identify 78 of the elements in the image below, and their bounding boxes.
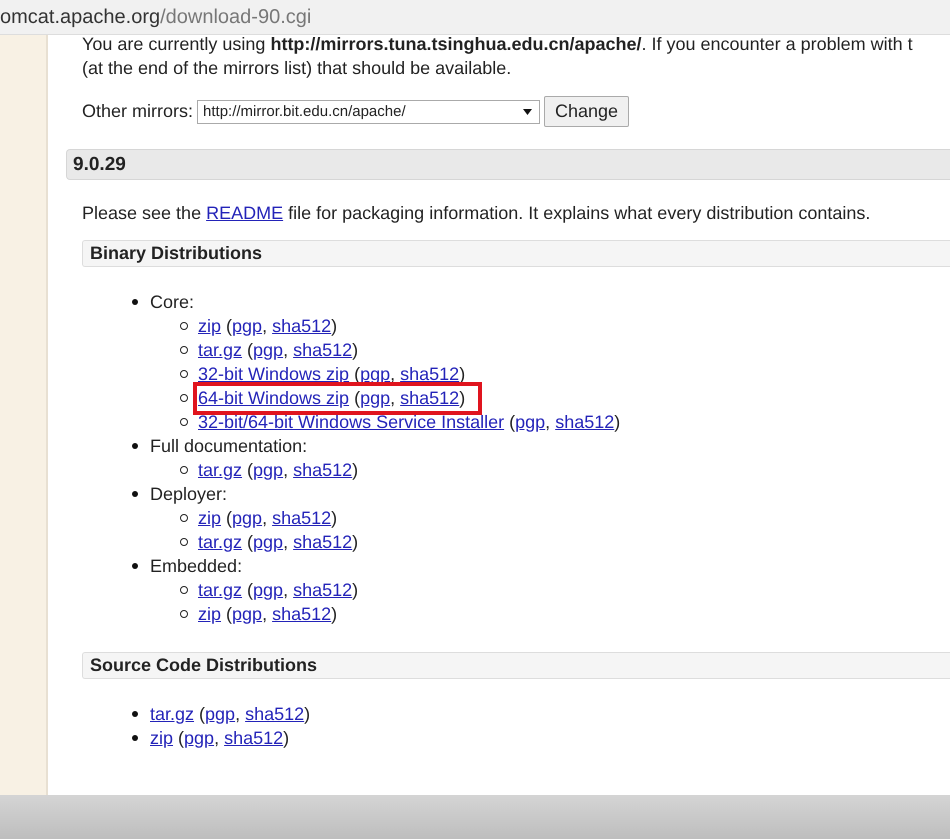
group-label: Deployer:: [150, 484, 228, 504]
download-link[interactable]: pgp: [232, 508, 262, 528]
download-entry: 64-bit Windows zip (pgp, sha512): [198, 386, 478, 410]
download-link[interactable]: 32-bit Windows zip: [198, 364, 350, 384]
mirror-dropdown[interactable]: http://mirror.bit.edu.cn/apache/: [197, 100, 540, 124]
download-link[interactable]: pgp: [205, 704, 236, 724]
readme-link[interactable]: README: [206, 203, 284, 223]
circle-bullet-icon: [180, 394, 188, 402]
address-bar[interactable]: omcat.apache.org/download-90.cgi: [0, 0, 950, 35]
group-label: Embedded:: [150, 556, 242, 576]
download-link[interactable]: tar.gz: [198, 340, 242, 360]
bullet-icon: [132, 443, 138, 449]
download-link[interactable]: sha512: [224, 728, 284, 748]
download-link[interactable]: sha512: [555, 412, 614, 432]
download-link[interactable]: sha512: [293, 340, 352, 360]
download-link[interactable]: zip: [198, 604, 222, 624]
mirrors-label: Other mirrors:: [82, 101, 194, 122]
bullet-icon: [132, 711, 138, 717]
bullet-icon: [132, 563, 138, 569]
mirror-notice: (at the end of the mirrors list) that should be available.: [81, 57, 512, 80]
download-link[interactable]: pgp: [184, 728, 214, 748]
download-entry: tar.gz (pgp, sha512): [198, 530, 358, 554]
download-link[interactable]: 32-bit/64-bit Windows Service Installer: [198, 412, 504, 432]
download-entry: tar.gz (pgp, sha512): [198, 578, 358, 602]
readme-sentence: Please see the README file for packaging information. It explains what every distribution contains.: [81, 202, 872, 225]
download-link[interactable]: tar.gz: [198, 580, 242, 600]
download-link[interactable]: pgp: [232, 316, 262, 336]
circle-bullet-icon: [180, 586, 188, 594]
download-link[interactable]: sha512: [400, 364, 460, 384]
download-link[interactable]: 64-bit Windows zip: [198, 388, 350, 408]
bullet-icon: [132, 299, 138, 305]
circle-bullet-icon: [180, 322, 188, 330]
circle-bullet-icon: [180, 538, 188, 546]
download-link[interactable]: pgp: [253, 340, 284, 360]
circle-bullet-icon: [180, 466, 188, 474]
download-link[interactable]: pgp: [232, 604, 262, 624]
circle-bullet-icon: [180, 418, 188, 426]
download-link[interactable]: zip: [150, 728, 174, 748]
circle-bullet-icon: [180, 346, 188, 354]
group-label: Core:: [150, 292, 194, 312]
download-link[interactable]: pgp: [360, 388, 390, 408]
download-entry: 32-bit/64-bit Windows Service Installer (pgp, sha512): [198, 410, 620, 434]
download-link[interactable]: zip: [198, 508, 222, 528]
caret-icon: [523, 108, 532, 114]
download-entry: tar.gz (pgp, sha512): [198, 338, 358, 362]
bullet-icon: [132, 491, 138, 497]
download-entry: zip (pgp, sha512): [198, 506, 338, 530]
download-entry: tar.gz (pgp, sha512): [150, 702, 310, 726]
download-link[interactable]: sha512: [293, 460, 352, 480]
download-link[interactable]: pgp: [253, 532, 284, 552]
download-entry: zip (pgp, sha512): [150, 726, 290, 750]
group-label: Full documentation:: [150, 436, 308, 456]
download-entry: zip (pgp, sha512): [198, 602, 338, 626]
download-link[interactable]: sha512: [293, 532, 352, 552]
bullet-icon: [132, 735, 138, 741]
download-link[interactable]: sha512: [272, 316, 332, 336]
download-link[interactable]: tar.gz: [198, 460, 242, 480]
download-link[interactable]: zip: [198, 316, 222, 336]
section-heading: Source Code Distributions: [82, 652, 950, 679]
download-link[interactable]: sha512: [293, 580, 352, 600]
download-link[interactable]: pgp: [253, 580, 284, 600]
download-link[interactable]: sha512: [272, 604, 332, 624]
download-link[interactable]: tar.gz: [198, 532, 242, 552]
circle-bullet-icon: [180, 370, 188, 378]
circle-bullet-icon: [180, 514, 188, 522]
download-link[interactable]: tar.gz: [150, 704, 194, 724]
download-entry: zip (pgp, sha512): [198, 314, 338, 338]
download-link[interactable]: sha512: [245, 704, 304, 724]
download-link[interactable]: sha512: [400, 388, 460, 408]
section-heading: Binary Distributions: [82, 240, 950, 267]
change-button[interactable]: Change: [544, 96, 630, 127]
mirror-notice: You are currently using http://mirrors.tuna.tsinghua.edu.cn/apache/. If you encounter a problem with t: [81, 33, 914, 56]
download-link[interactable]: sha512: [272, 508, 332, 528]
version-heading: 9.0.29: [66, 149, 950, 180]
download-link[interactable]: pgp: [515, 412, 546, 432]
circle-bullet-icon: [180, 610, 188, 618]
download-link[interactable]: pgp: [253, 460, 284, 480]
download-entry: tar.gz (pgp, sha512): [198, 458, 358, 482]
